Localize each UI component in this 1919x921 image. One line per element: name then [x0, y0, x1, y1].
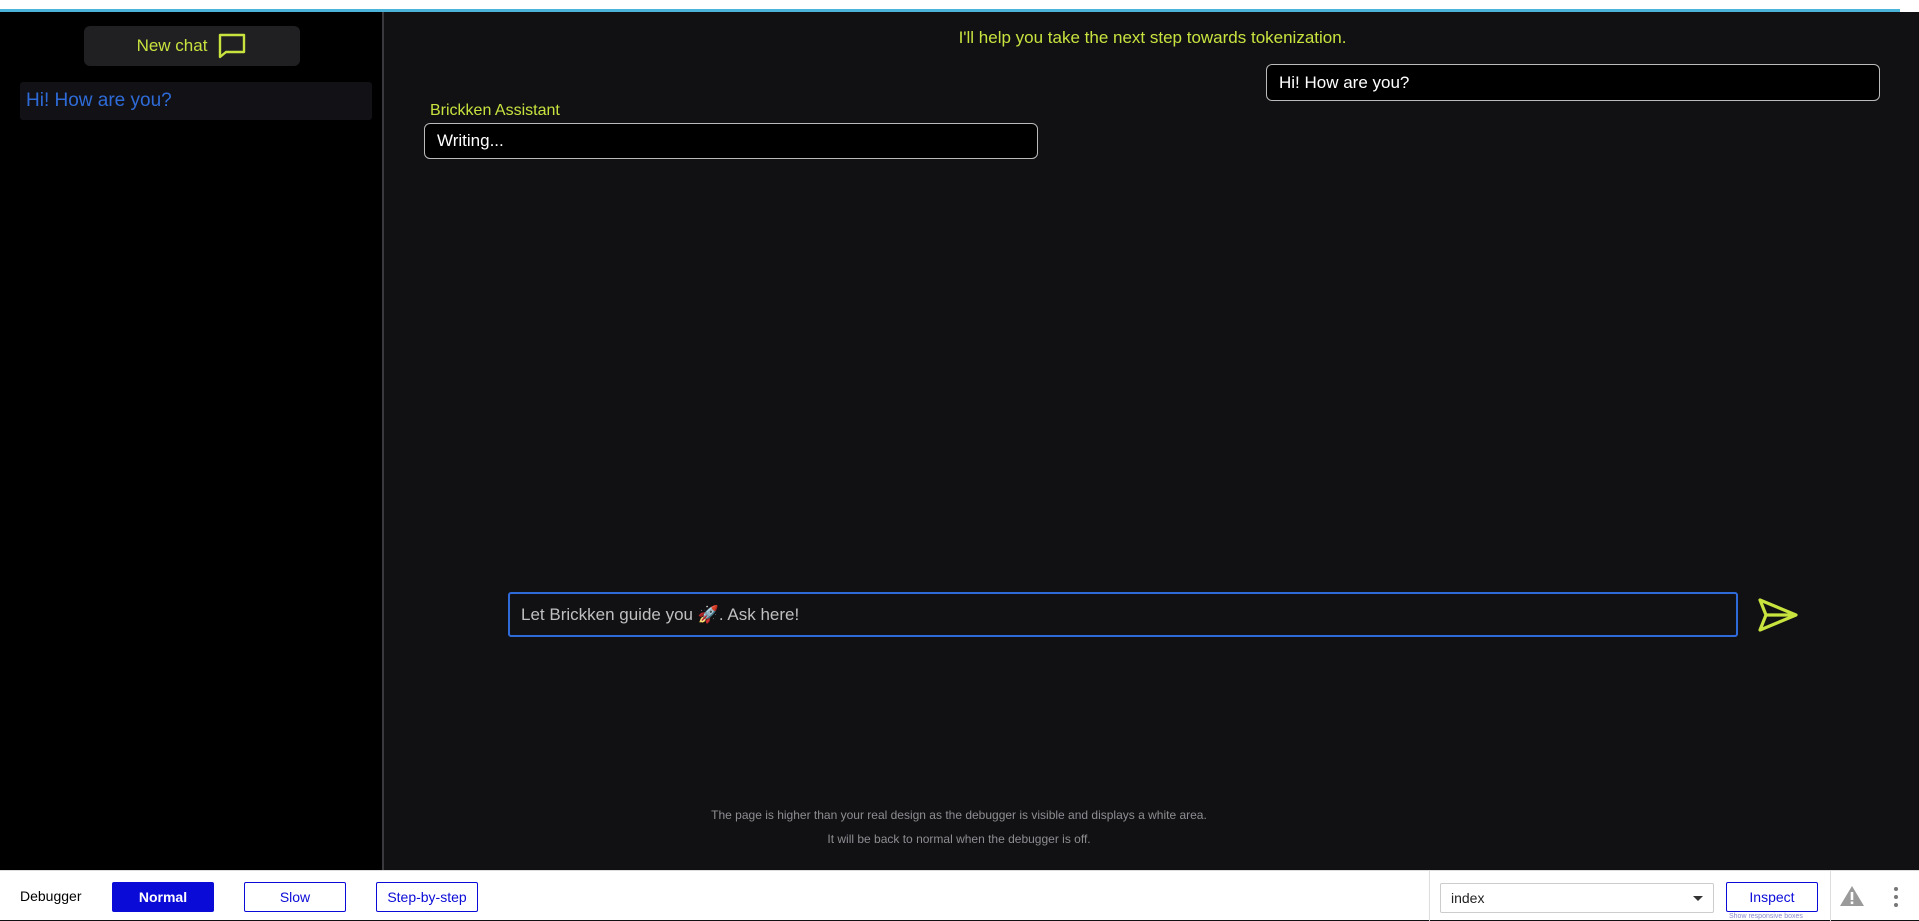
ask-input[interactable]	[508, 592, 1738, 637]
mode-step-by-step-button[interactable]: Step-by-step	[376, 882, 478, 912]
browser-top-strip	[0, 0, 1919, 12]
mode-slow-button[interactable]: Slow	[244, 882, 346, 912]
debugger-divider	[1429, 871, 1430, 921]
sidebar: New chat Hi! How are you?	[0, 12, 384, 870]
chat-main: I'll help you take the next step towards…	[386, 12, 1919, 870]
inspect-button[interactable]: Inspect	[1726, 882, 1818, 912]
caret-down-icon	[1693, 896, 1703, 901]
new-chat-button[interactable]: New chat	[84, 26, 300, 66]
assistant-message-bubble: Writing...	[424, 123, 1038, 159]
chat-bubble-icon	[219, 33, 246, 59]
sidebar-chat-item[interactable]: Hi! How are you?	[20, 82, 372, 120]
tagline: I'll help you take the next step towards…	[958, 28, 1347, 47]
debugger-notice-line2: It will be back to normal when the debug…	[827, 832, 1091, 846]
new-chat-label: New chat	[136, 36, 208, 55]
send-icon[interactable]	[1756, 595, 1800, 635]
debugger-bar: Debugger Normal Slow Step-by-step index …	[0, 870, 1919, 921]
page-select-value: index	[1451, 890, 1485, 906]
debugger-notice-line1: The page is higher than your real design…	[711, 808, 1207, 822]
more-options-icon[interactable]	[1892, 886, 1900, 908]
page-select[interactable]: index	[1440, 883, 1714, 913]
mode-normal-button[interactable]: Normal	[112, 882, 214, 912]
warning-icon[interactable]	[1838, 884, 1866, 908]
assistant-name: Brickken Assistant	[430, 102, 560, 119]
debugger-divider-2	[1830, 871, 1831, 921]
inspect-subtitle: Show responsive boxes	[1729, 913, 1803, 920]
debugger-label: Debugger	[20, 888, 82, 904]
user-message-bubble: Hi! How are you?	[1266, 64, 1880, 101]
